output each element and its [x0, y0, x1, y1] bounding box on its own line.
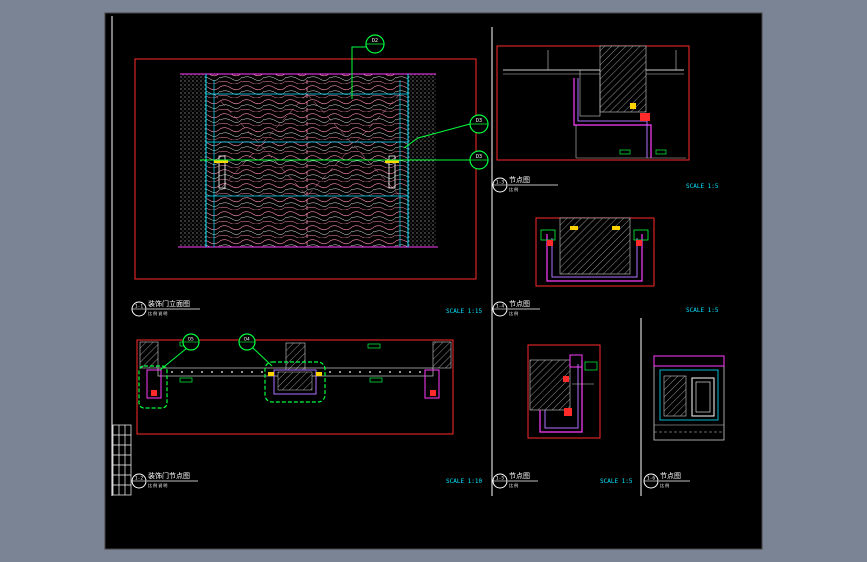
title-d3-sub: 比 例 — [509, 482, 518, 488]
title-d4-num: 1-6 — [647, 476, 655, 482]
title-d2-sub: 比 例 — [509, 310, 518, 316]
scale-plan: SCALE 1:10 — [446, 478, 483, 485]
title-elevation-sub: 比 例 说 明 — [148, 310, 167, 316]
marker-d5: D5 — [182, 333, 200, 351]
marker-d3b-label: D3 — [476, 154, 482, 160]
title-plan-text: 装饰门节点图 — [148, 471, 190, 480]
marker-d2-top-label: D2 — [372, 38, 378, 44]
title-plan-sub: 比 例 说 明 — [148, 482, 167, 488]
title-d1-num: 1-3 — [496, 180, 504, 186]
marker-d3-label: D3 — [476, 118, 482, 124]
title-elevation-text: 装饰门立面图 — [148, 299, 190, 308]
title-d4-sub: 比 例 — [660, 482, 669, 488]
scale-d3: SCALE 1:5 — [600, 478, 633, 485]
scale-d1: SCALE 1:5 — [686, 183, 719, 190]
scale-elevation: SCALE 1:15 — [446, 308, 483, 315]
title-plan-num: 1-2 — [135, 476, 143, 482]
marker-d2-top: D2 — [365, 34, 385, 54]
scale-d2: SCALE 1:5 — [686, 307, 719, 314]
marker-d3: D3 — [469, 114, 489, 134]
marker-d4: D4 — [238, 333, 256, 351]
marker-d4-label: D4 — [244, 337, 250, 343]
title-d2-text: 节点图 — [509, 300, 530, 308]
title-d1-text: 节点图 — [509, 176, 530, 184]
title-d3-text: 节点图 — [509, 472, 530, 480]
title-d2-num: 1-4 — [496, 304, 504, 310]
door-elevation — [134, 58, 477, 280]
marker-d3b: D3 — [469, 150, 489, 170]
title-d3-num: 1-5 — [496, 476, 504, 482]
title-d1-sub: 比 例 — [509, 186, 518, 192]
title-elevation-num: 1-1 — [135, 304, 143, 310]
cad-drawing-sheet: D2 D3 D3 1-1 装饰门立面图 比 例 说 明 SCALE 1:15 D… — [104, 12, 763, 550]
marker-d5-label: D5 — [188, 337, 194, 343]
title-d4-text: 节点图 — [660, 472, 681, 480]
